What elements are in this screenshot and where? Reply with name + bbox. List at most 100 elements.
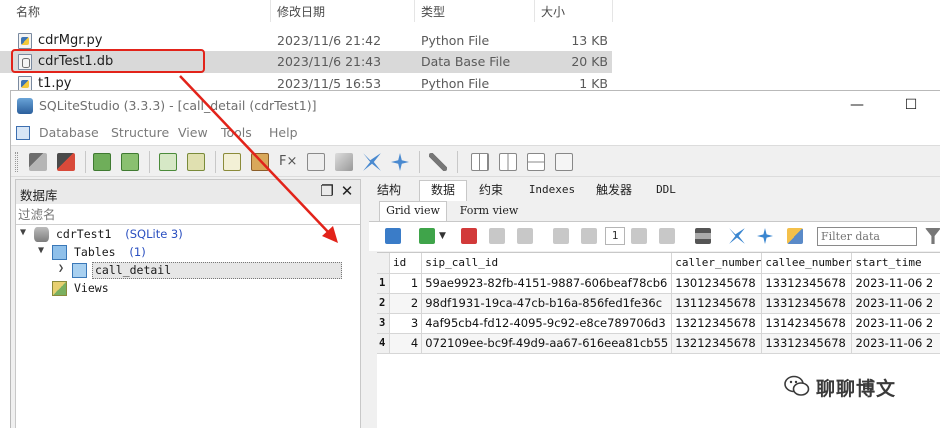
db-filter-input[interactable] — [16, 205, 360, 224]
filter-data-input[interactable] — [818, 228, 916, 245]
tab-form-view[interactable]: Form view — [455, 201, 523, 221]
tree-item-views[interactable]: Views — [38, 280, 338, 298]
table-row[interactable]: 4 4 072109ee-bc9f-49d9-aa67-616eea81cb55… — [377, 333, 940, 354]
collation-icon[interactable] — [307, 153, 325, 171]
cell-id[interactable]: 3 — [389, 313, 423, 334]
cell-sip-call-id[interactable]: 072109ee-bc9f-49d9-aa67-616eea81cb55 — [421, 333, 673, 354]
connect-icon[interactable] — [29, 153, 47, 171]
refresh-icon[interactable] — [385, 228, 401, 244]
cell-callee-number[interactable]: 13142345678 — [761, 313, 853, 334]
menu-view[interactable]: View — [178, 125, 208, 140]
tab-grid-view[interactable]: Grid view — [379, 201, 447, 221]
cell-callee-number[interactable]: 13312345678 — [761, 333, 853, 354]
float-panel-button[interactable]: ❐ — [318, 182, 336, 200]
tile-vertical-icon[interactable] — [527, 153, 545, 171]
function-icon[interactable]: F× — [279, 153, 297, 171]
tab-indexes[interactable]: Indexes — [523, 180, 581, 200]
tile-horizontal-icon[interactable] — [499, 153, 517, 171]
tab-constraints[interactable]: 约束 — [471, 180, 511, 200]
cell-id[interactable]: 2 — [389, 293, 423, 314]
disconnect-icon[interactable] — [57, 153, 75, 171]
print-icon[interactable] — [695, 228, 711, 244]
cell-caller-number[interactable]: 13012345678 — [671, 273, 763, 294]
minimize-button[interactable]: — — [845, 95, 869, 115]
column-header-caller-number[interactable]: caller_number — [671, 253, 763, 274]
cell-callee-number[interactable]: 13312345678 — [761, 293, 853, 314]
previous-page-icon[interactable] — [581, 228, 597, 244]
export-icon[interactable] — [391, 153, 409, 171]
fill-values-icon[interactable] — [787, 228, 803, 244]
add-table-icon[interactable] — [159, 153, 177, 171]
cell-id[interactable]: 1 — [389, 273, 423, 294]
column-header-name[interactable]: 名称 — [16, 3, 40, 20]
toolbar-grip[interactable] — [15, 152, 18, 172]
tree-item-tables[interactable]: ▼ Tables (1) — [38, 244, 338, 262]
delete-row-icon[interactable] — [461, 228, 477, 244]
tree-item-database[interactable]: ▼ cdrTest1 (SQLite 3) — [20, 226, 340, 244]
menu-tools[interactable]: Tools — [221, 125, 252, 140]
last-page-icon[interactable] — [659, 228, 675, 244]
cell-start-time[interactable]: 2023-11-06 2 — [851, 333, 940, 354]
cell-caller-number[interactable]: 13212345678 — [671, 313, 763, 334]
cell-sip-call-id[interactable]: 4af95cb4-fd12-4095-9c92-e8ce789706d3 — [421, 313, 673, 334]
edit-database-icon[interactable] — [121, 153, 139, 171]
cell-start-time[interactable]: 2023-11-06 2 — [851, 313, 940, 334]
next-page-icon[interactable] — [631, 228, 647, 244]
row-number[interactable]: 4 — [377, 333, 391, 354]
views-label: Views — [74, 281, 109, 295]
edit-table-icon[interactable] — [187, 153, 205, 171]
column-header-sip-call-id[interactable]: sip_call_id — [421, 253, 673, 274]
cell-sip-call-id[interactable]: 98df1931-19ca-47cb-b16a-856fed1fe36c — [421, 293, 673, 314]
table-row[interactable]: 2 2 98df1931-19ca-47cb-b16a-856fed1fe36c… — [377, 293, 940, 314]
rollback-icon[interactable] — [517, 228, 533, 244]
tab-data[interactable]: 数据 — [419, 180, 467, 201]
table-row[interactable]: 3 3 4af95cb4-fd12-4095-9c92-e8ce789706d3… — [377, 313, 940, 334]
row-number[interactable]: 1 — [377, 273, 391, 294]
table-row[interactable]: 1 1 59ae9923-82fb-4151-9887-606beaf78cb6… — [377, 273, 940, 294]
column-header-start-time[interactable]: start_time — [851, 253, 940, 274]
chevron-down-icon[interactable]: ▼ — [439, 228, 449, 244]
column-header-size[interactable]: 大小 — [541, 3, 565, 20]
import-icon[interactable] — [363, 153, 381, 171]
chevron-down-icon[interactable]: ▼ — [20, 227, 26, 238]
chevron-right-icon[interactable]: ❯ — [58, 263, 64, 274]
extension-icon[interactable] — [335, 153, 353, 171]
window-menu-icon[interactable] — [16, 126, 30, 140]
export-data-icon[interactable] — [757, 228, 773, 244]
column-header-type[interactable]: 类型 — [421, 3, 445, 20]
first-page-icon[interactable] — [553, 228, 569, 244]
cell-caller-number[interactable]: 13212345678 — [671, 333, 763, 354]
tab-triggers[interactable]: 触发器 — [589, 180, 639, 200]
menu-structure[interactable]: Structure — [111, 125, 169, 140]
commit-icon[interactable] — [489, 228, 505, 244]
cell-caller-number[interactable]: 13112345678 — [671, 293, 763, 314]
filter-icon[interactable] — [925, 228, 940, 244]
tab-ddl[interactable]: DDL — [649, 180, 683, 200]
cell-sip-call-id[interactable]: 59ae9923-82fb-4151-9887-606beaf78cb6 — [421, 273, 673, 294]
row-number[interactable]: 2 — [377, 293, 391, 314]
menu-database[interactable]: Database — [39, 125, 99, 140]
menu-help[interactable]: Help — [269, 125, 298, 140]
sql-editor-icon[interactable] — [223, 153, 241, 171]
maximize-button[interactable]: ☐ — [899, 95, 923, 115]
import-data-icon[interactable] — [729, 228, 745, 244]
tile-windows-icon[interactable] — [471, 153, 489, 171]
cell-id[interactable]: 4 — [389, 333, 423, 354]
column-header-callee-number[interactable]: callee_number — [761, 253, 853, 274]
chevron-down-icon[interactable]: ▼ — [38, 245, 44, 256]
row-number[interactable]: 3 — [377, 313, 391, 334]
column-header-id[interactable]: id — [389, 253, 423, 274]
page-number[interactable]: 1 — [605, 227, 625, 245]
cell-start-time[interactable]: 2023-11-06 2 — [851, 273, 940, 294]
insert-row-icon[interactable] — [419, 228, 435, 244]
open-sql-icon[interactable] — [251, 153, 269, 171]
column-header-modified[interactable]: 修改日期 — [277, 3, 325, 20]
tab-structure[interactable]: 结构 — [371, 180, 407, 200]
settings-wrench-icon[interactable] — [429, 153, 447, 171]
cell-callee-number[interactable]: 13312345678 — [761, 273, 853, 294]
close-panel-button[interactable]: ✕ — [338, 182, 356, 200]
cell-start-time[interactable]: 2023-11-06 2 — [851, 293, 940, 314]
cascade-windows-icon[interactable] — [555, 153, 573, 171]
tree-item-table-call-detail[interactable]: ❯ call_detail — [58, 262, 358, 280]
add-database-icon[interactable] — [93, 153, 111, 171]
